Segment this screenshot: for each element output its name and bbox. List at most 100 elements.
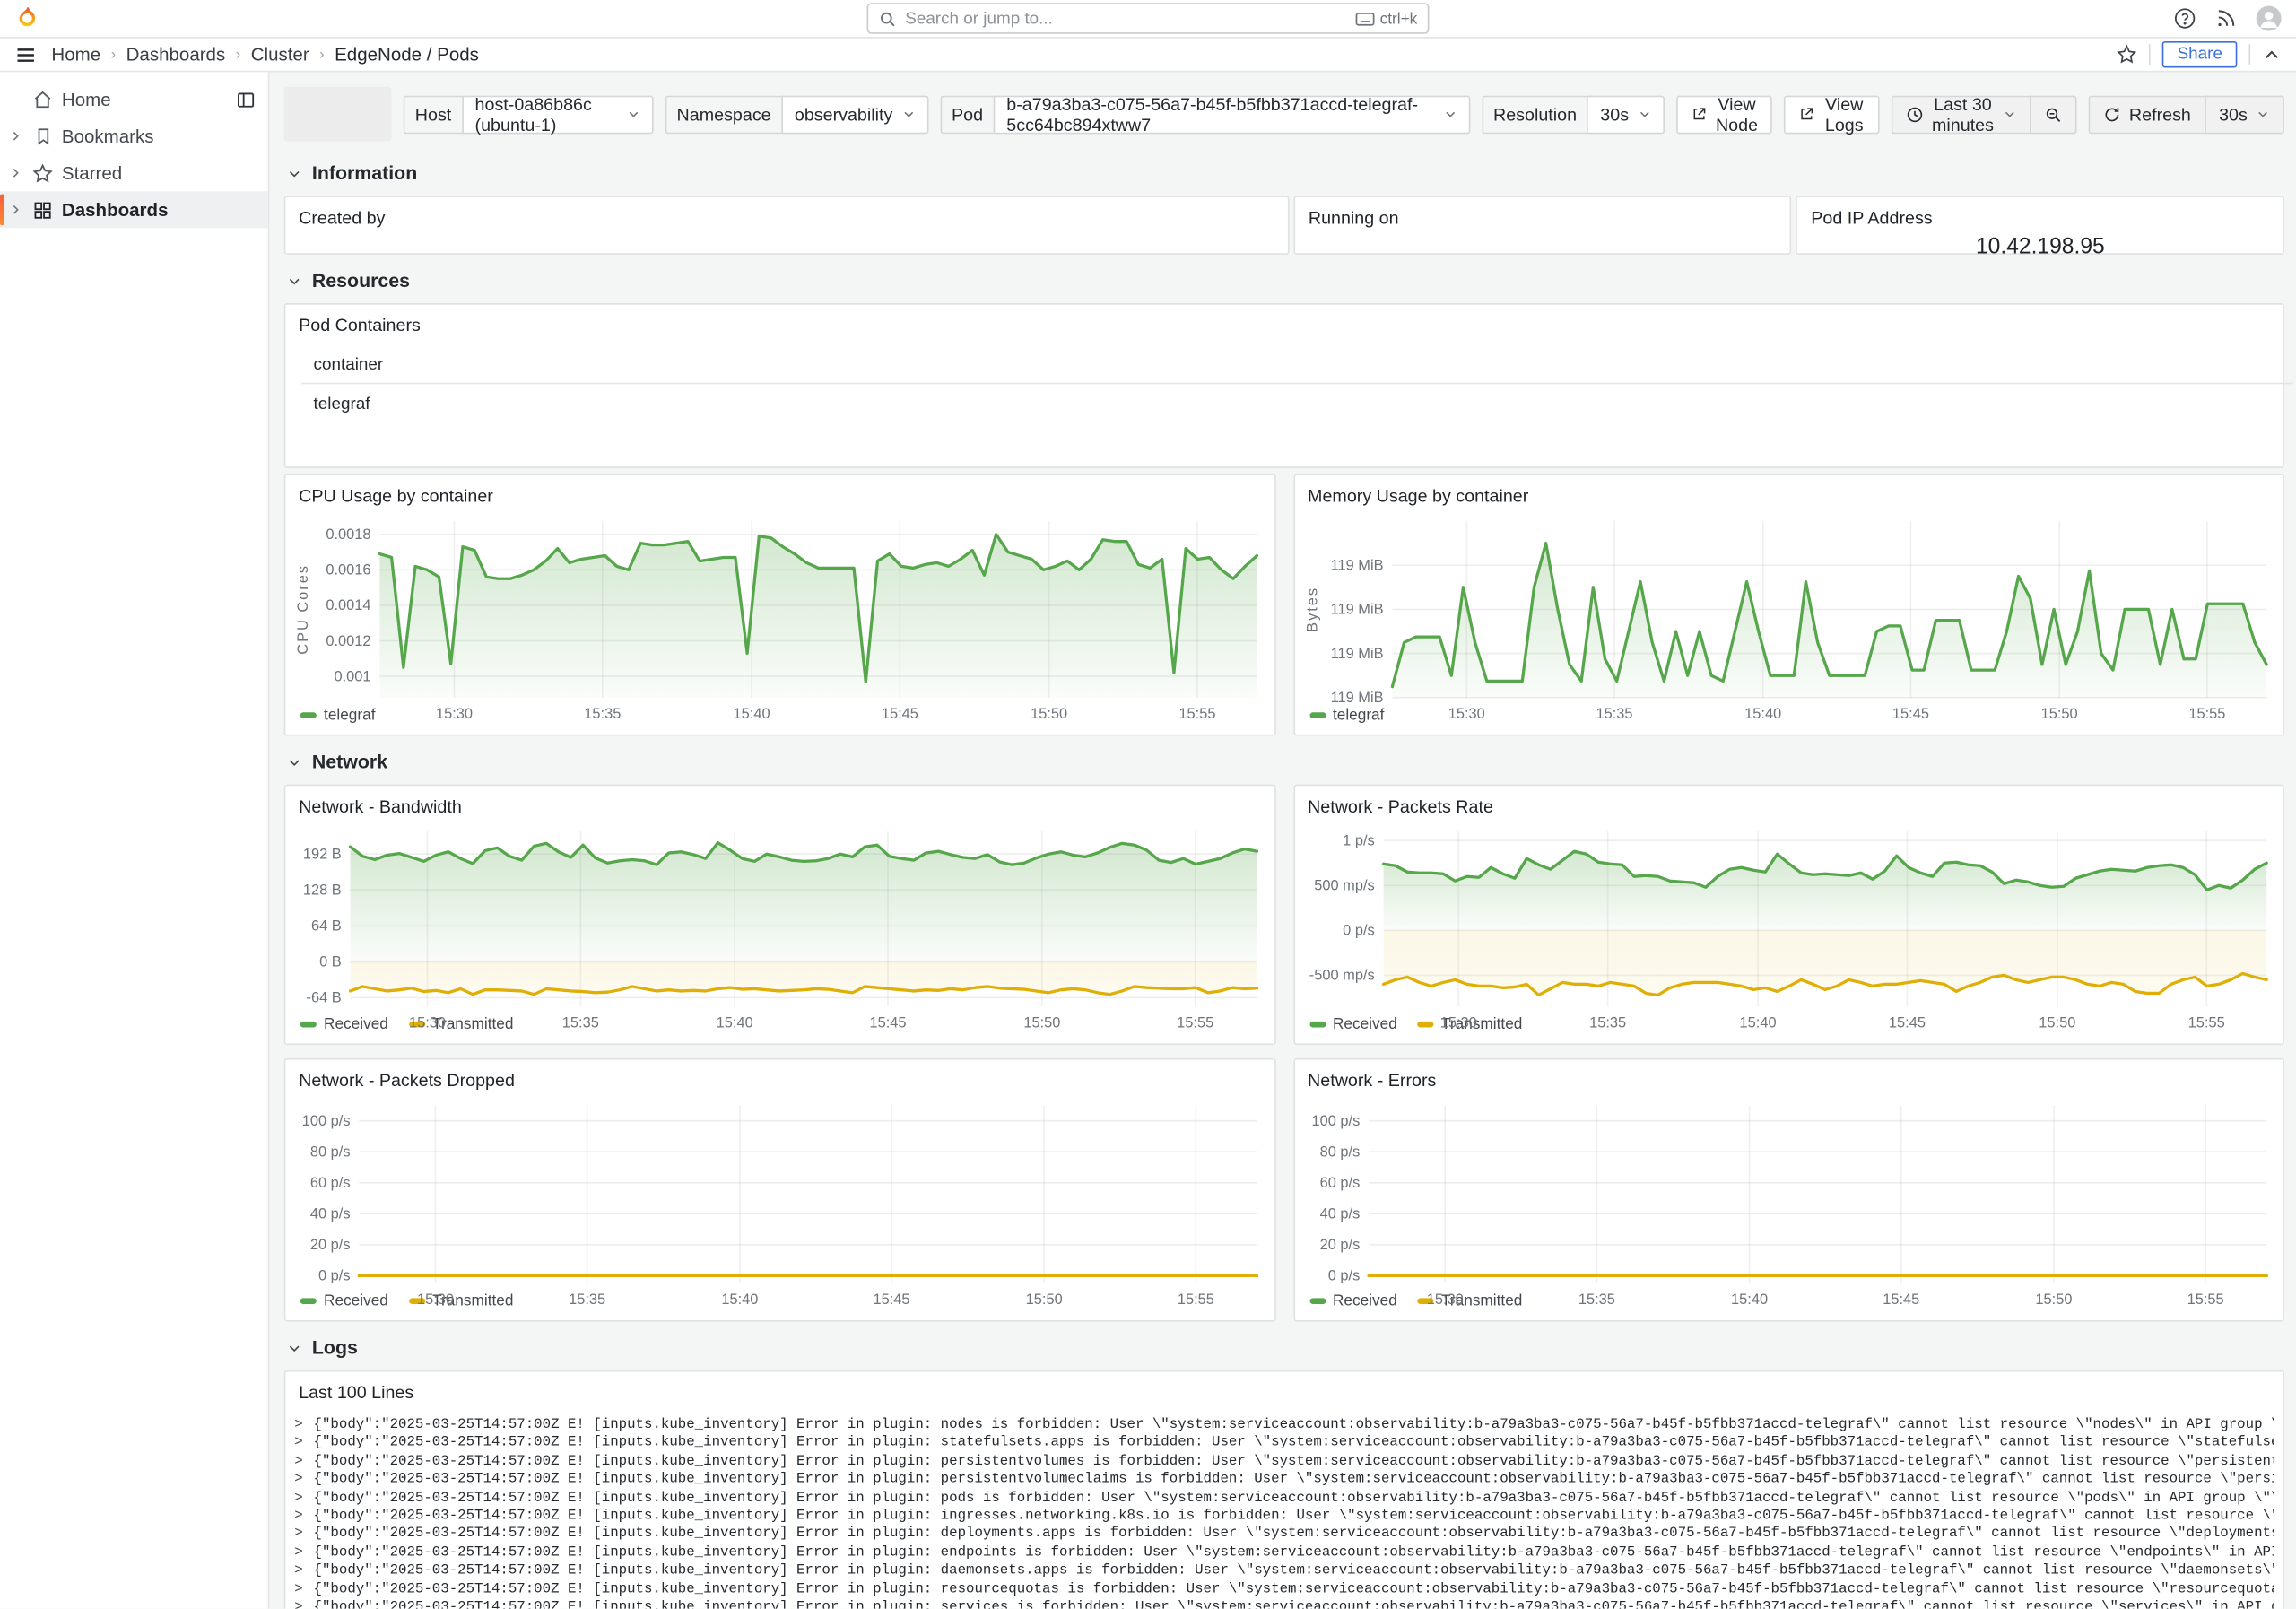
grafana-logo-icon[interactable] xyxy=(14,6,39,31)
log-line-text: {"body":"2025-03-25T14:57:00Z E! [inputs… xyxy=(314,1434,2274,1452)
log-expand-chevron-icon[interactable]: > xyxy=(294,1416,306,1434)
expand-chevron-icon[interactable] xyxy=(6,129,24,143)
log-line[interactable]: > {"body":"2025-03-25T14:57:00Z E! [input… xyxy=(294,1580,2274,1598)
table-column-header[interactable]: container xyxy=(301,353,2292,384)
pod-select[interactable]: b-a79a3ba3-c075-56a7-b45f-b5fbb371accd-t… xyxy=(994,95,1470,134)
log-line[interactable]: >{"body":"2025-03-25T14:57:00Z E! [input… xyxy=(294,1452,2274,1470)
share-button[interactable]: Share xyxy=(2162,41,2237,68)
log-expand-chevron-icon[interactable]: > xyxy=(294,1580,306,1598)
log-expand-chevron-icon[interactable]: > xyxy=(294,1471,306,1489)
collapse-topbar-icon[interactable] xyxy=(2262,45,2281,64)
svg-text:15:40: 15:40 xyxy=(1744,706,1780,722)
log-line[interactable]: >{"body":"2025-03-25T14:57:00Z E! [input… xyxy=(294,1507,2274,1525)
log-expand-chevron-icon[interactable]: > xyxy=(294,1434,306,1452)
network-packets-rate-chart[interactable]: -500 mp/s0 p/s500 mp/s1 p/s15:3015:3515:… xyxy=(1300,820,2277,1015)
svg-text:15:35: 15:35 xyxy=(1588,1014,1625,1031)
search-input[interactable] xyxy=(905,10,1346,28)
panel-pod-containers: Pod Containers container telegraf xyxy=(284,303,2284,468)
nav-sidebar: Home Bookmarks xyxy=(0,72,269,1608)
breadcrumb-cluster[interactable]: Cluster xyxy=(251,44,309,65)
view-node-button[interactable]: View Node xyxy=(1676,95,1773,134)
panel-title: CPU Usage by container xyxy=(285,475,1274,506)
log-expand-chevron-icon[interactable]: > xyxy=(294,1544,306,1561)
svg-text:100 p/s: 100 p/s xyxy=(302,1113,351,1129)
svg-text:15:45: 15:45 xyxy=(1892,706,1928,722)
breadcrumb-dashboards[interactable]: Dashboards xyxy=(126,44,226,65)
pod-variable-picker: Pod b-a79a3ba3-c075-56a7-b45f-b5fbb371ac… xyxy=(940,95,1470,134)
expand-chevron-icon[interactable] xyxy=(6,203,24,216)
svg-text:15:30: 15:30 xyxy=(1426,1292,1463,1308)
log-line-text: {"body":"2025-03-25T14:57:00Z E! [inputs… xyxy=(314,1416,2274,1434)
refresh-interval-select[interactable]: 30s xyxy=(2205,95,2284,134)
svg-text:15:45: 15:45 xyxy=(869,1014,906,1031)
chevron-down-icon xyxy=(627,108,640,121)
log-line[interactable]: > {"body":"2025-03-25T14:57:00Z E! [input… xyxy=(294,1434,2274,1452)
log-line[interactable]: >{"body":"2025-03-25T14:57:00Z E! [input… xyxy=(294,1544,2274,1561)
panel-title: Created by xyxy=(285,197,1288,228)
user-avatar[interactable] xyxy=(2257,6,2282,31)
panel-title: Pod IP Address xyxy=(1797,197,2283,228)
svg-text:15:50: 15:50 xyxy=(1031,706,1067,722)
zoom-out-time-button[interactable] xyxy=(2029,95,2076,134)
log-expand-chevron-icon[interactable]: > xyxy=(294,1489,306,1507)
network-errors-chart[interactable]: 0 p/s20 p/s40 p/s60 p/s80 p/s100 p/s15:3… xyxy=(1300,1093,2277,1292)
cpu-usage-chart[interactable]: 0.0010.00120.00140.00160.001815:3015:351… xyxy=(291,509,1268,707)
view-logs-button[interactable]: View Logs xyxy=(1785,95,1879,134)
network-bandwidth-chart[interactable]: -64 B0 B64 B128 B192 B15:3015:3515:4015:… xyxy=(291,820,1268,1015)
log-expand-chevron-icon[interactable]: > xyxy=(294,1598,306,1608)
breadcrumb-home[interactable]: Home xyxy=(51,44,100,65)
network-packets-dropped-chart[interactable]: 0 p/s20 p/s40 p/s60 p/s80 p/s100 p/s15:3… xyxy=(291,1093,1268,1292)
svg-text:15:45: 15:45 xyxy=(1882,1292,1918,1308)
svg-text:15:50: 15:50 xyxy=(1026,1292,1063,1308)
star-dashboard-icon[interactable] xyxy=(2117,44,2137,65)
log-line-text: {"body":"2025-03-25T14:57:00Z E! [inputs… xyxy=(314,1526,2274,1544)
breadcrumb: Home › Dashboards › Cluster › EdgeNode /… xyxy=(51,44,479,65)
sidebar-item-home[interactable]: Home xyxy=(0,81,268,117)
collapse-chevron-icon xyxy=(287,166,301,180)
svg-text:15:35: 15:35 xyxy=(569,1292,605,1308)
host-label: Host xyxy=(404,95,462,134)
svg-text:100 p/s: 100 p/s xyxy=(1311,1113,1360,1129)
section-information[interactable]: Information xyxy=(287,162,2284,185)
expand-chevron-icon[interactable] xyxy=(6,166,24,179)
memory-usage-chart[interactable]: 119 MiB119 MiB119 MiB119 MiB15:3015:3515… xyxy=(1300,509,2277,707)
section-logs[interactable]: Logs xyxy=(287,1336,2284,1359)
news-feed-icon[interactable] xyxy=(2215,7,2238,30)
external-link-icon xyxy=(1799,106,1815,122)
refresh-button[interactable]: Refresh xyxy=(2088,95,2205,134)
panel-network-packets-rate: Network - Packets Rate -500 mp/s0 p/s500… xyxy=(1293,785,2284,1045)
log-line[interactable]: >{"body":"2025-03-25T14:57:00Z E! [input… xyxy=(294,1489,2274,1507)
help-icon[interactable] xyxy=(2174,7,2196,30)
namespace-select[interactable]: observability xyxy=(781,95,928,134)
time-range-picker[interactable]: Last 30 minutes xyxy=(1891,95,2029,134)
log-expand-chevron-icon[interactable]: > xyxy=(294,1507,306,1525)
section-network[interactable]: Network xyxy=(287,751,2284,773)
breadcrumb-separator: › xyxy=(111,47,116,63)
svg-text:64 B: 64 B xyxy=(311,918,342,935)
dashboard-content: Host host-0a86b86c (ubuntu-1) Namespace … xyxy=(269,72,2296,1608)
resolution-variable-picker: Resolution 30s xyxy=(1482,95,1665,134)
collapse-chevron-icon xyxy=(287,1340,301,1354)
svg-text:15:55: 15:55 xyxy=(2188,706,2225,722)
sidebar-item-starred[interactable]: Starred xyxy=(0,154,268,191)
log-expand-chevron-icon[interactable]: > xyxy=(294,1562,306,1580)
log-line[interactable]: > {"body":"2025-03-25T14:57:00Z E! [input… xyxy=(294,1416,2274,1434)
sidebar-item-bookmarks[interactable]: Bookmarks xyxy=(0,117,268,154)
global-search[interactable]: ctrl+k xyxy=(867,3,1430,33)
log-line-text: {"body":"2025-03-25T14:57:00Z E! [inputs… xyxy=(314,1580,2274,1598)
sidebar-item-dashboards[interactable]: Dashboards xyxy=(0,191,268,228)
host-select[interactable]: host-0a86b86c (ubuntu-1) xyxy=(462,95,654,134)
resolution-select[interactable]: 30s xyxy=(1587,95,1665,134)
log-line[interactable]: > {"body":"2025-03-25T14:57:00Z E! [input… xyxy=(294,1526,2274,1544)
log-expand-chevron-icon[interactable]: > xyxy=(294,1526,306,1544)
chevron-down-icon xyxy=(2257,108,2270,121)
log-line[interactable]: >{"body":"2025-03-25T14:57:00Z E! [input… xyxy=(294,1471,2274,1489)
dock-sidebar-icon[interactable] xyxy=(236,89,257,109)
section-resources[interactable]: Resources xyxy=(287,269,2284,291)
menu-toggle-icon[interactable] xyxy=(14,43,37,65)
log-line[interactable]: >{"body":"2025-03-25T14:57:00Z E! [input… xyxy=(294,1598,2274,1608)
log-expand-chevron-icon[interactable]: > xyxy=(294,1452,306,1470)
top-app-bar: ctrl+k xyxy=(0,0,2296,39)
svg-text:0.0012: 0.0012 xyxy=(326,633,370,649)
log-line[interactable]: >{"body":"2025-03-25T14:57:00Z E! [input… xyxy=(294,1562,2274,1580)
